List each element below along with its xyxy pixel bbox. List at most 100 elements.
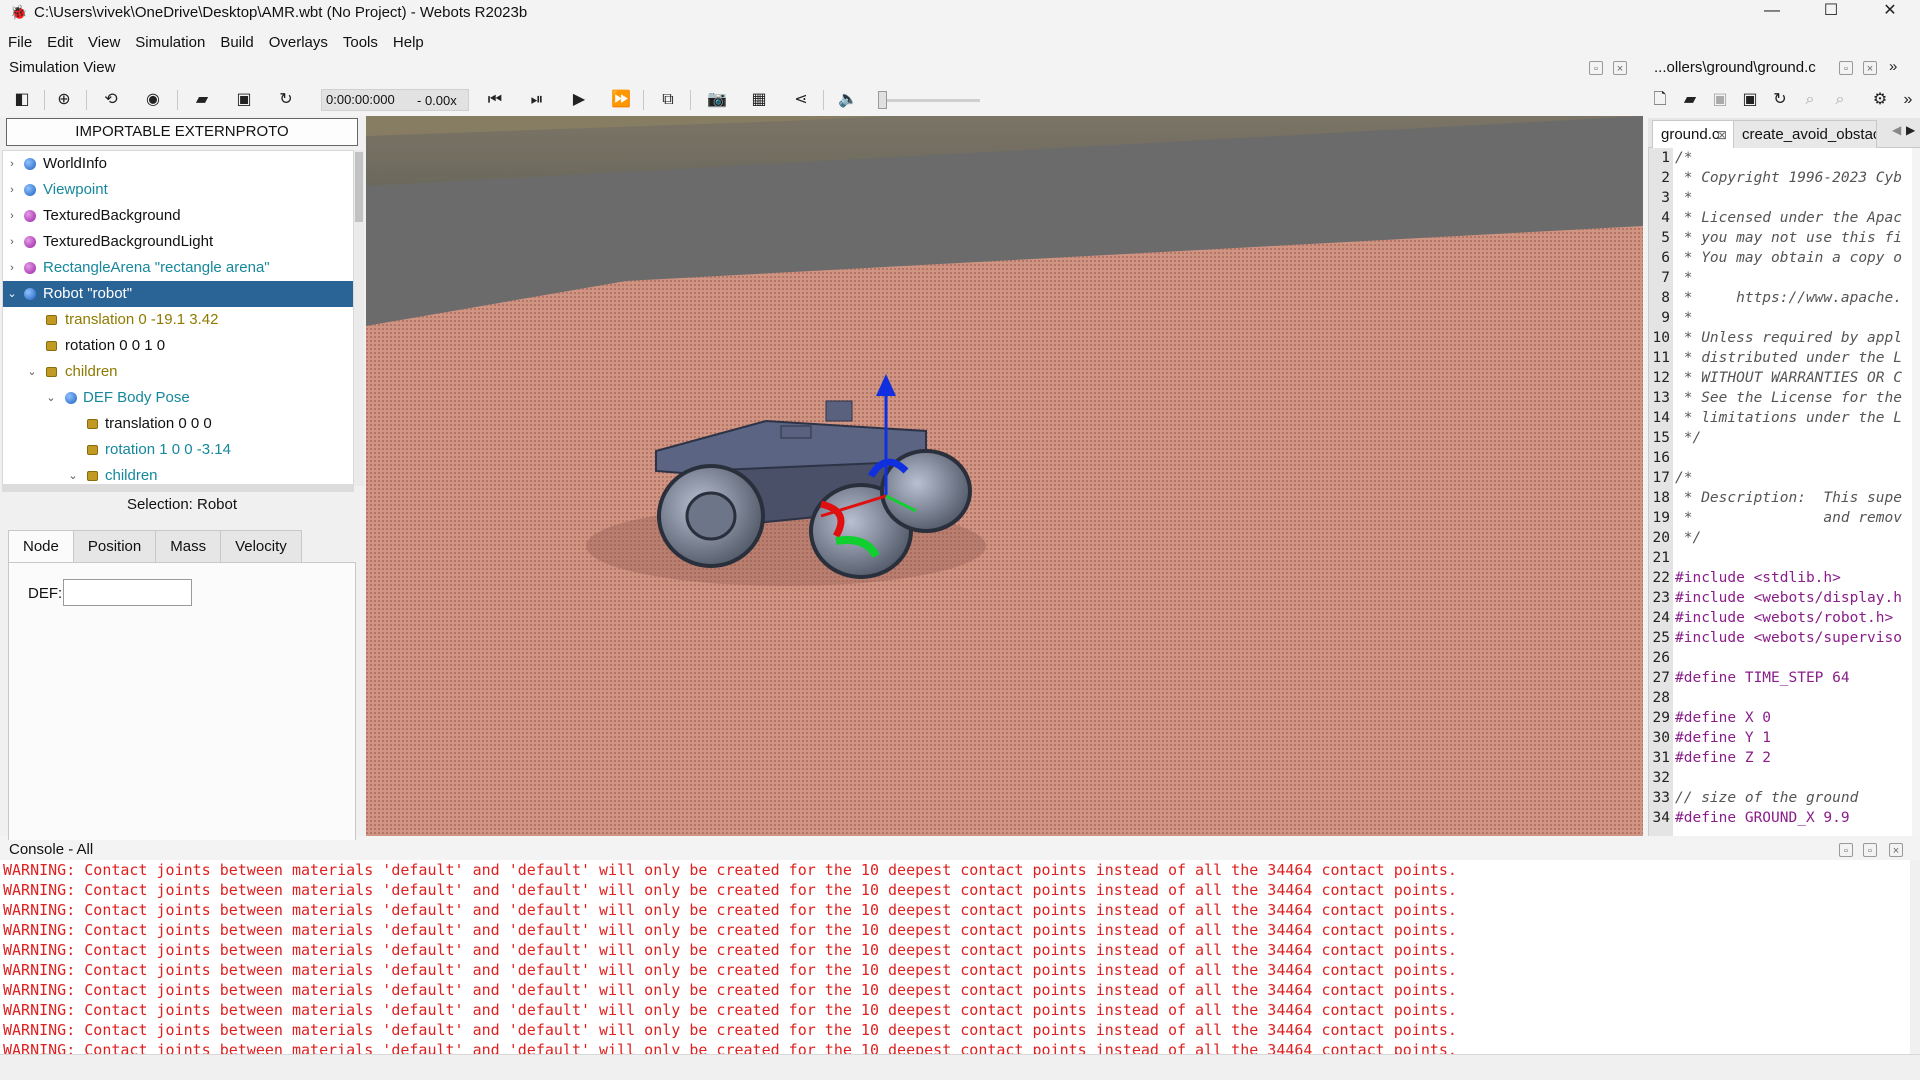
code-line[interactable]: 23 #include <webots/display.h: [1649, 588, 1912, 608]
scene-tree-scrollbar[interactable]: [354, 150, 364, 486]
code-line[interactable]: 3 *: [1649, 188, 1912, 208]
maximize-button[interactable]: ☐: [1803, 0, 1859, 24]
tree-row-worldinfo[interactable]: › WorldInfo: [3, 151, 353, 177]
code-line[interactable]: 4 * Licensed under the Apac: [1649, 208, 1912, 228]
code-line[interactable]: 17 /*: [1649, 468, 1912, 488]
overflow-chevron-icon[interactable]: »: [1889, 58, 1897, 75]
code-line[interactable]: 32: [1649, 768, 1912, 788]
build-gear-icon[interactable]: ⚙: [1870, 90, 1890, 110]
tree-row-robot[interactable]: ⌄ Robot "robot": [3, 281, 353, 307]
tab-velocity[interactable]: Velocity: [220, 530, 302, 562]
tree-row-rotation[interactable]: rotation 0 0 1 0: [3, 333, 353, 359]
menu-help[interactable]: Help: [393, 34, 424, 51]
code-line[interactable]: 8 * https://www.apache.: [1649, 288, 1912, 308]
code-line[interactable]: 33 // size of the ground: [1649, 788, 1912, 808]
menu-edit[interactable]: Edit: [47, 34, 73, 51]
eye-icon[interactable]: ◉: [143, 90, 163, 110]
reset-viewpoint-icon[interactable]: ⟲: [101, 90, 121, 110]
3d-view[interactable]: [366, 116, 1643, 836]
toggle-scene-tree-icon[interactable]: ◧: [12, 90, 32, 110]
screenshot-camera-icon[interactable]: 📷: [707, 90, 727, 110]
tree-row-viewpoint[interactable]: › Viewpoint: [3, 177, 353, 203]
close-tab-icon[interactable]: ⊠: [1717, 121, 1727, 148]
float-editor-icon[interactable]: ▫: [1839, 61, 1853, 75]
code-line[interactable]: 27 #define TIME_STEP 64: [1649, 668, 1912, 688]
tree-row-textured-background[interactable]: › TexturedBackground: [3, 203, 353, 229]
editor-scrollbar[interactable]: [1912, 148, 1920, 836]
menu-file[interactable]: File: [8, 34, 32, 51]
revert-file-icon[interactable]: ↻: [1770, 90, 1790, 110]
code-line[interactable]: 24 #include <webots/robot.h>: [1649, 608, 1912, 628]
run-realtime-icon[interactable]: ▶: [569, 90, 589, 110]
code-line[interactable]: 2 * Copyright 1996-2023 Cyb: [1649, 168, 1912, 188]
close-editor-icon[interactable]: ×: [1863, 61, 1877, 75]
tree-row-translation[interactable]: translation 0 -19.1 3.42: [3, 307, 353, 333]
collapse-chevron-icon[interactable]: ⌄: [45, 385, 57, 411]
tree-row-rectangle-arena[interactable]: › RectangleArena "rectangle arena": [3, 255, 353, 281]
code-line[interactable]: 28: [1649, 688, 1912, 708]
tree-row-def-body-pose[interactable]: ⌄ DEF Body Pose: [3, 385, 353, 411]
reload-world-icon[interactable]: ↻: [276, 90, 296, 110]
tree-row-body-children[interactable]: ⌄ children: [3, 463, 353, 485]
code-line[interactable]: 15 */: [1649, 428, 1912, 448]
console-output[interactable]: WARNING: Contact joints between material…: [0, 860, 1910, 1054]
code-line[interactable]: 25 #include <webots/superviso: [1649, 628, 1912, 648]
tree-row-body-rotation[interactable]: rotation 1 0 0 -3.14: [3, 437, 353, 463]
reset-simulation-icon[interactable]: ⏮: [485, 90, 505, 110]
scene-tree-horizontal-scrollbar[interactable]: [2, 484, 354, 492]
code-line[interactable]: 12 * WITHOUT WARRANTIES OR C: [1649, 368, 1912, 388]
code-line[interactable]: 13 * See the License for the: [1649, 388, 1912, 408]
record-movie-icon[interactable]: ▦: [749, 90, 769, 110]
menu-simulation[interactable]: Simulation: [135, 34, 205, 51]
open-world-icon[interactable]: ▰: [192, 90, 212, 110]
code-line[interactable]: 6 * You may obtain a copy o: [1649, 248, 1912, 268]
expand-chevron-icon[interactable]: ›: [6, 177, 18, 203]
menu-view[interactable]: View: [88, 34, 120, 51]
expand-chevron-icon[interactable]: ›: [6, 151, 18, 177]
def-name-input[interactable]: [63, 579, 192, 606]
collapse-chevron-icon[interactable]: ⌄: [26, 359, 38, 385]
tree-row-children[interactable]: ⌄ children: [3, 359, 353, 385]
save-world-icon[interactable]: ▣: [234, 90, 254, 110]
find-icon[interactable]: ⌕: [1800, 90, 1820, 110]
expand-chevron-icon[interactable]: ›: [6, 229, 18, 255]
close-button[interactable]: ✕: [1862, 0, 1918, 24]
collapse-chevron-icon[interactable]: ⌄: [6, 281, 18, 307]
menu-overlays[interactable]: Overlays: [269, 34, 328, 51]
code-line[interactable]: 10 * Unless required by appl: [1649, 328, 1912, 348]
code-line[interactable]: 7 *: [1649, 268, 1912, 288]
new-file-icon[interactable]: 🗋: [1650, 90, 1670, 110]
save-all-icon[interactable]: ▣: [1740, 90, 1760, 110]
expand-chevron-icon[interactable]: ›: [6, 255, 18, 281]
code-line[interactable]: 11 * distributed under the L: [1649, 348, 1912, 368]
tab-mass[interactable]: Mass: [155, 530, 222, 562]
code-line[interactable]: 14 * limitations under the L: [1649, 408, 1912, 428]
scroll-tabs-left-icon[interactable]: ◀: [1892, 123, 1901, 137]
expand-chevron-icon[interactable]: ›: [6, 203, 18, 229]
add-node-icon[interactable]: ⊕: [54, 90, 74, 110]
code-line[interactable]: 9 *: [1649, 308, 1912, 328]
code-line[interactable]: 31 #define Z 2: [1649, 748, 1912, 768]
volume-slider-knob[interactable]: [878, 91, 887, 109]
tab-position[interactable]: Position: [72, 530, 157, 562]
tree-row-textured-background-light[interactable]: › TexturedBackgroundLight: [3, 229, 353, 255]
fast-forward-icon[interactable]: ⏩: [611, 90, 631, 110]
importable-externproto-button[interactable]: IMPORTABLE EXTERNPROTO: [6, 118, 358, 146]
code-line[interactable]: 1 /*: [1649, 148, 1912, 168]
mute-sound-icon[interactable]: 🔈: [838, 90, 858, 110]
float-console-icon[interactable]: ▫: [1863, 843, 1877, 857]
code-line[interactable]: 29 #define X 0: [1649, 708, 1912, 728]
menu-tools[interactable]: Tools: [343, 34, 378, 51]
float-sim-view-icon[interactable]: ▫: [1589, 61, 1603, 75]
tree-row-body-translation[interactable]: translation 0 0 0: [3, 411, 353, 437]
code-line[interactable]: 5 * you may not use this fi: [1649, 228, 1912, 248]
code-line[interactable]: 22 #include <stdlib.h>: [1649, 568, 1912, 588]
scroll-tabs-right-icon[interactable]: ▶: [1906, 123, 1915, 137]
code-editor[interactable]: 1/* 2 * Copyright 1996-2023 Cyb 3 * 4 * Lic…: [1648, 148, 1912, 836]
code-line[interactable]: 16: [1649, 448, 1912, 468]
save-file-icon[interactable]: ▣: [1710, 90, 1730, 110]
code-line[interactable]: 30 #define Y 1: [1649, 728, 1912, 748]
collapse-chevron-icon[interactable]: ⌄: [67, 463, 79, 485]
menu-build[interactable]: Build: [220, 34, 253, 51]
code-line[interactable]: 21: [1649, 548, 1912, 568]
